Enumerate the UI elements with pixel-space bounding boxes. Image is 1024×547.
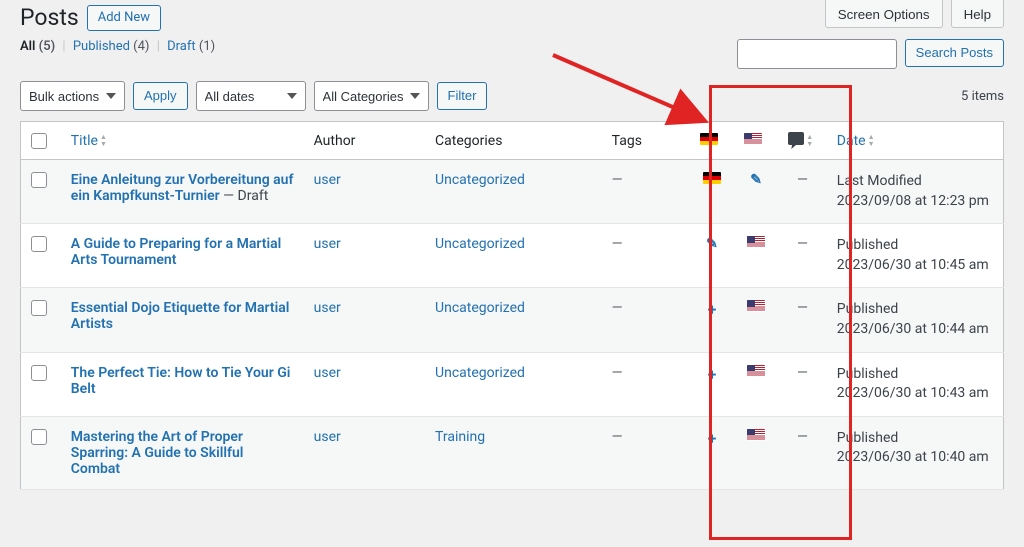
post-title-link[interactable]: A Guide to Preparing for a Martial Arts … — [71, 236, 281, 268]
table-row: Essential Dojo Etiquette for Martial Art… — [21, 288, 1004, 352]
tags-value: — — [612, 236, 623, 252]
col-date[interactable]: Date — [827, 122, 1004, 160]
date-label: Published — [837, 365, 993, 385]
author-link[interactable]: user — [314, 429, 341, 445]
row-checkbox[interactable] — [31, 236, 47, 252]
col-title[interactable]: Title — [61, 122, 304, 160]
table-row: The Perfect Tie: How to Tie Your Gi Belt… — [21, 352, 1004, 416]
filter-button[interactable]: Filter — [437, 82, 488, 110]
filter-all[interactable]: All (5) — [20, 39, 55, 54]
post-title-link[interactable]: Mastering the Art of Proper Sparring: A … — [71, 429, 244, 477]
flag-de-icon — [700, 133, 718, 145]
flag-us-icon[interactable] — [747, 429, 765, 441]
view-filters: All (5) | Published (4) | Draft (1) — [20, 39, 215, 54]
col-author[interactable]: Author — [304, 122, 425, 160]
comments-value: — — [797, 172, 808, 188]
tags-value: — — [612, 429, 623, 445]
category-link[interactable]: Uncategorized — [435, 236, 525, 252]
flag-de-icon[interactable] — [703, 172, 721, 184]
sort-icon — [806, 134, 813, 148]
row-checkbox[interactable] — [31, 172, 47, 188]
comments-value: — — [797, 429, 808, 445]
search-posts-button[interactable]: Search Posts — [905, 39, 1004, 67]
posts-table: Title Author Categories Tags Date Eine A… — [20, 121, 1004, 490]
table-row: Mastering the Art of Proper Sparring: A … — [21, 416, 1004, 489]
plus-icon[interactable]: + — [708, 300, 717, 319]
date-value: 2023/06/30 at 10:45 am — [837, 257, 989, 273]
select-all-checkbox[interactable] — [31, 133, 47, 149]
bulk-actions-select[interactable]: Bulk actions — [20, 81, 125, 111]
tags-value: — — [612, 365, 623, 381]
date-value: 2023/06/30 at 10:40 am — [837, 449, 989, 465]
plus-icon[interactable]: + — [708, 429, 717, 448]
author-link[interactable]: user — [314, 172, 341, 188]
search-input[interactable] — [737, 39, 897, 69]
author-link[interactable]: user — [314, 365, 341, 381]
dates-select[interactable]: All dates — [196, 81, 306, 111]
flag-us-icon — [744, 133, 762, 145]
sort-icon — [868, 134, 875, 148]
items-count: 5 items — [961, 89, 1004, 104]
category-link[interactable]: Uncategorized — [435, 365, 525, 381]
categories-select[interactable]: All Categories — [314, 81, 429, 111]
sort-icon — [100, 134, 107, 148]
filter-draft[interactable]: Draft (1) — [167, 39, 215, 54]
col-lang-de[interactable] — [690, 122, 734, 160]
col-comments[interactable] — [778, 122, 827, 160]
apply-button[interactable]: Apply — [133, 82, 188, 110]
filter-published[interactable]: Published (4) — [73, 39, 150, 54]
date-value: 2023/06/30 at 10:43 am — [837, 385, 989, 401]
row-checkbox[interactable] — [31, 365, 47, 381]
post-title-link[interactable]: Essential Dojo Etiquette for Martial Art… — [71, 300, 290, 332]
page-title: Posts — [20, 4, 79, 31]
row-checkbox[interactable] — [31, 429, 47, 445]
plus-icon[interactable]: + — [708, 365, 717, 384]
author-link[interactable]: user — [314, 300, 341, 316]
col-categories[interactable]: Categories — [425, 122, 602, 160]
row-checkbox[interactable] — [31, 300, 47, 316]
col-tags[interactable]: Tags — [602, 122, 690, 160]
category-link[interactable]: Training — [435, 429, 485, 445]
help-button[interactable]: Help — [951, 0, 1004, 28]
comments-value: — — [797, 365, 808, 381]
date-label: Published — [837, 300, 993, 320]
flag-us-icon[interactable] — [747, 300, 765, 312]
tags-value: — — [612, 172, 623, 188]
flag-us-icon[interactable] — [747, 365, 765, 377]
pencil-icon[interactable]: ✎ — [750, 172, 762, 188]
date-value: 2023/09/08 at 12:23 pm — [837, 193, 989, 209]
post-status: — Draft — [220, 188, 269, 204]
date-label: Published — [837, 429, 993, 449]
comment-icon — [788, 132, 804, 145]
table-row: Eine Anleitung zur Vorbereitung auf ein … — [21, 160, 1004, 224]
post-title-link[interactable]: The Perfect Tie: How to Tie Your Gi Belt — [71, 365, 291, 397]
date-label: Last Modified — [837, 172, 993, 192]
date-label: Published — [837, 236, 993, 256]
tags-value: — — [612, 300, 623, 316]
flag-us-icon[interactable] — [747, 236, 765, 248]
add-new-button[interactable]: Add New — [87, 5, 161, 31]
category-link[interactable]: Uncategorized — [435, 172, 525, 188]
comments-value: — — [797, 236, 808, 252]
category-link[interactable]: Uncategorized — [435, 300, 525, 316]
col-lang-us[interactable] — [734, 122, 778, 160]
author-link[interactable]: user — [314, 236, 341, 252]
table-row: A Guide to Preparing for a Martial Arts … — [21, 224, 1004, 288]
screen-options-button[interactable]: Screen Options — [825, 0, 943, 28]
date-value: 2023/06/30 at 10:44 am — [837, 321, 989, 337]
comments-value: — — [797, 300, 808, 316]
pencil-icon[interactable]: ✎ — [706, 236, 718, 252]
